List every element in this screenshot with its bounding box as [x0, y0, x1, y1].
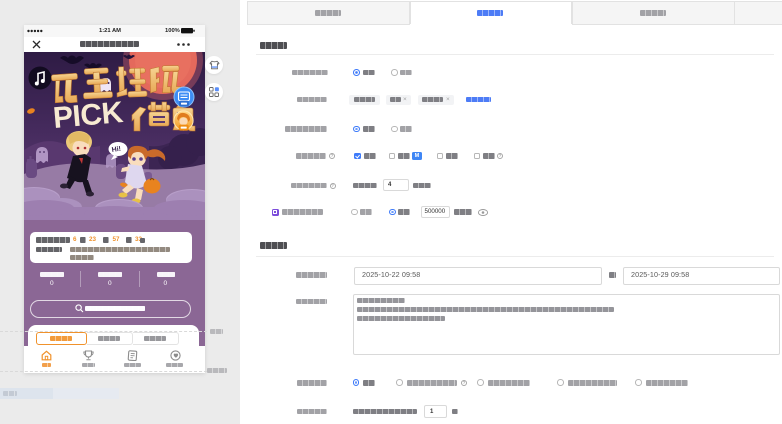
svg-text:PICK: PICK: [52, 95, 125, 134]
svg-text:Hi!: Hi!: [111, 145, 121, 153]
